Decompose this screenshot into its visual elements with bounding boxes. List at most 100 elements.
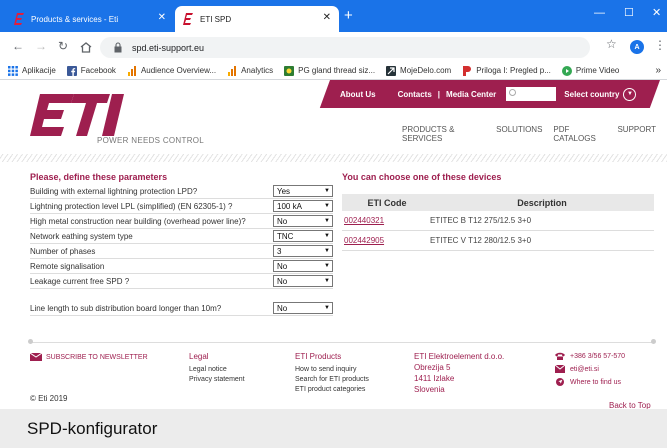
params-title: Please, define these parameters	[30, 172, 168, 182]
device-description: ETITEC B T12 275/12.5 3+0	[430, 216, 532, 225]
bookmark-priloga[interactable]: Priloga I: Pregled p...	[462, 65, 551, 76]
footer-products: ETI Products How to send inquiry Search …	[295, 352, 369, 396]
forward-icon[interactable]: →	[35, 40, 47, 52]
nav-separator: |	[437, 89, 441, 99]
video-caption: SPD-konfigurator	[0, 409, 667, 448]
device-code-link[interactable]: 002442905	[342, 236, 430, 245]
browser-tab-products[interactable]: Products & services - Eti ✕	[6, 6, 174, 32]
param-label: Leakage current free SPD ?	[30, 276, 130, 286]
chevron-down-icon: ▼	[623, 87, 637, 101]
nav-solutions[interactable]: SOLUTIONS	[496, 125, 542, 143]
email-line[interactable]: eti@eti.si	[555, 365, 625, 373]
divider-dot	[651, 339, 656, 344]
copyright: © Eti 2019	[30, 394, 68, 403]
bookmark-mojedelo[interactable]: MojeDelo.com	[386, 65, 451, 76]
bookmark-favicon	[284, 65, 295, 76]
apps-grid-icon	[8, 65, 18, 76]
eti-favicon	[183, 13, 193, 25]
param-select[interactable]: No ▼	[273, 302, 333, 314]
param-select[interactable]: No ▼	[273, 260, 333, 272]
chevron-down-icon: ▼	[324, 305, 330, 311]
param-select[interactable]: No ▼	[273, 215, 333, 227]
footer-link[interactable]: How to send inquiry	[295, 366, 369, 373]
phone-icon	[555, 352, 565, 360]
profile-avatar[interactable]: A	[630, 40, 644, 54]
footer: SUBSCRIBE TO NEWSLETTER Legal Legal noti…	[0, 346, 667, 416]
footer-link[interactable]: Legal notice	[189, 366, 245, 373]
close-icon[interactable]: ✕	[323, 13, 331, 23]
nav-contacts[interactable]: Contacts	[398, 90, 432, 99]
select-country-button[interactable]: Select country ▼	[564, 87, 637, 101]
footer-link[interactable]: ETI product categories	[295, 386, 369, 393]
logo-tagline: POWER NEEDS CONTROL	[97, 136, 205, 145]
device-description: ETITEC V T12 280/12.5 3+0	[430, 236, 532, 245]
bookmark-prime-video[interactable]: Prime Video	[561, 65, 619, 76]
table-row: 002442905 ETITEC V T12 280/12.5 3+0	[342, 231, 654, 251]
chevron-down-icon: ▼	[324, 248, 330, 254]
param-select[interactable]: No ▼	[273, 275, 333, 287]
company-address: ETI Elektroelement d.o.o. Obrezija 5 141…	[414, 352, 505, 394]
browser-toolbar: ← → ↻ spd.eti-support.eu	[0, 32, 667, 62]
phone-line: +386 3/56 57-570	[555, 352, 625, 360]
facebook-icon	[66, 65, 77, 76]
footer-link[interactable]: Search for ETI products	[295, 376, 369, 383]
footer-legal-title: Legal	[189, 352, 209, 361]
param-label: Remote signalisation	[30, 261, 105, 271]
browser-tab-strip: Products & services - Eti ✕ ETI SPD ✕ + …	[0, 0, 667, 32]
param-label: Network eathing system type	[30, 231, 133, 241]
nav-products-services[interactable]: PRODUCTS & SERVICES	[402, 125, 485, 143]
reload-icon[interactable]: ↻	[58, 40, 68, 52]
menu-kebab-icon[interactable]: ⋮	[654, 38, 666, 52]
param-label: Number of phases	[30, 246, 96, 256]
maximize-icon[interactable]: ☐	[624, 8, 634, 19]
bookmark-facebook[interactable]: Facebook	[66, 65, 116, 76]
divider-dot	[28, 339, 33, 344]
bookmark-audience-overview[interactable]: Audience Overview...	[127, 65, 216, 76]
param-row: Line length to sub distribution board lo…	[30, 301, 333, 316]
tab-title: ETI SPD	[200, 14, 232, 24]
bookmark-analytics[interactable]: Analytics	[227, 65, 273, 76]
close-window-icon[interactable]: ✕	[652, 8, 661, 19]
eti-favicon	[14, 13, 24, 25]
bookmark-star-icon[interactable]: ☆	[606, 37, 617, 51]
home-icon[interactable]	[80, 42, 92, 53]
topnav: About Us Contacts | Media Center Select …	[340, 80, 665, 108]
url-text: spd.eti-support.eu	[132, 42, 205, 53]
devices-title: You can choose one of these devices	[342, 172, 502, 182]
param-select[interactable]: Yes ▼	[273, 185, 333, 197]
parameters-form: Building with external lightning protect…	[30, 184, 333, 316]
contact-info: +386 3/56 57-570 eti@eti.si Where to fin…	[555, 352, 625, 391]
chevron-down-icon: ▼	[324, 203, 330, 209]
address-bar[interactable]: spd.eti-support.eu	[100, 37, 590, 58]
find-us-link[interactable]: Where to find us	[555, 378, 625, 386]
minimize-icon[interactable]: —	[594, 8, 605, 19]
footer-divider	[30, 342, 654, 343]
nav-pdf-catalogs[interactable]: PDF CATALOGS	[553, 125, 606, 143]
chevron-down-icon: ▼	[324, 278, 330, 284]
param-row: Lightning protection level LPL (simplifi…	[30, 199, 333, 214]
device-code-link[interactable]: 002440321	[342, 216, 430, 225]
bookmark-pg-gland[interactable]: PG gland thread siz...	[284, 65, 375, 76]
newsletter-link[interactable]: SUBSCRIBE TO NEWSLETTER	[30, 353, 148, 361]
chevron-down-icon: ▼	[324, 218, 330, 224]
param-select[interactable]: 100 kA ▼	[273, 200, 333, 212]
nav-support[interactable]: SUPPORT	[617, 125, 656, 143]
param-label: Lightning protection level LPL (simplifi…	[30, 201, 233, 211]
bookmarks-overflow-icon[interactable]: »	[655, 65, 661, 76]
site-search-input[interactable]	[506, 87, 557, 101]
close-icon[interactable]: ✕	[158, 13, 166, 23]
new-tab-icon[interactable]: +	[344, 8, 353, 23]
footer-link[interactable]: Privacy statement	[189, 376, 245, 383]
nav-media-center[interactable]: Media Center	[446, 90, 496, 99]
nav-about-us[interactable]: About Us	[340, 90, 376, 99]
browser-tab-eti-spd[interactable]: ETI SPD ✕	[175, 6, 339, 32]
param-select[interactable]: 3 ▼	[273, 245, 333, 257]
bookmark-apps[interactable]: Aplikacije	[8, 65, 56, 76]
back-icon[interactable]: ←	[12, 40, 24, 52]
chevron-down-icon: ▼	[324, 233, 330, 239]
table-header: ETI Code Description	[342, 194, 654, 211]
tab-title: Products & services - Eti	[31, 14, 119, 24]
param-select[interactable]: TNC ▼	[273, 230, 333, 242]
param-row: Network eathing system type TNC ▼	[30, 229, 333, 244]
header-description: Description	[517, 197, 567, 208]
